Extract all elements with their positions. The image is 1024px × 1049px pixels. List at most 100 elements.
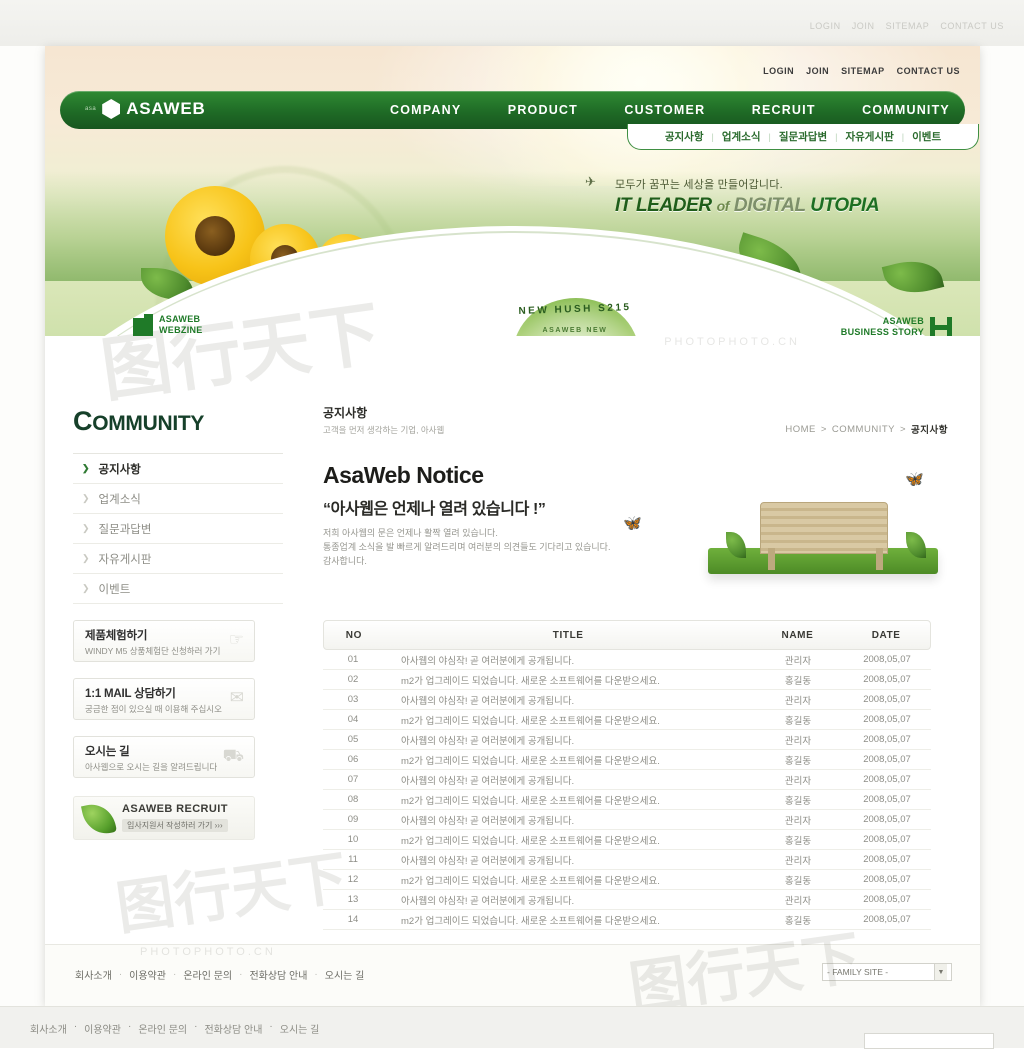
promo-product-trial[interactable]: 제품체험하기 WINDY M5 상품체험단 신청하러 가기 ☞	[73, 620, 255, 662]
outer-link-sitemap[interactable]: SITEMAP	[886, 21, 930, 31]
outer-footer-directions[interactable]: 오시는 길	[280, 1021, 320, 1036]
row-title-link[interactable]: 아사웹의 야심작! 곧 여러분에게 공개됩니다.	[383, 733, 753, 747]
row-title-link[interactable]: 아사웹의 야심작! 곧 여러분에게 공개됩니다.	[383, 853, 753, 867]
row-title-link[interactable]: m2가 업그레이드 되었습니다. 새로운 소프트웨어를 다운받으세요.	[383, 673, 753, 687]
table-row[interactable]: 14 m2가 업그레이드 되었습니다. 새로운 소프트웨어를 다운받으세요. 홍길동…	[323, 910, 931, 930]
sidebar-item-label: 자유게시판	[98, 553, 152, 566]
footer-link-terms[interactable]: 이용약관	[129, 967, 166, 982]
table-row[interactable]: 12 m2가 업그레이드 되었습니다. 새로운 소프트웨어를 다운받으세요. 홍길동…	[323, 870, 931, 890]
page-subtitle: 고객을 먼저 생각하는 기업, 아사웹	[323, 425, 445, 435]
sidebar-title: COMMUNITY	[73, 406, 283, 437]
row-title-link[interactable]: 아사웹의 야심작! 곧 여러분에게 공개됩니다.	[383, 693, 753, 707]
row-title-link[interactable]: m2가 업그레이드 되었습니다. 새로운 소프트웨어를 다운받으세요.	[383, 873, 753, 887]
outer-link-login[interactable]: LOGIN	[810, 21, 841, 31]
family-site-select[interactable]: - FAMILY SITE - ▼	[822, 963, 952, 981]
business-story-badge[interactable]: ASAWEB BUSINESS STORY	[841, 316, 952, 336]
footer-link-phone-consult[interactable]: 전화상담 안내	[249, 967, 307, 982]
footer-link-online-inquiry[interactable]: 온라인 문의	[183, 967, 232, 982]
row-number: 01	[347, 654, 359, 665]
promo-directions[interactable]: 오시는 길 아사웹으로 오시는 길을 알려드립니다 ⛟	[73, 736, 255, 778]
page-root: LOGIN JOIN SITEMAP CONTACT US ✈ 모두가 꿈꾸는 …	[0, 0, 1024, 1049]
row-title-link[interactable]: 아사웹의 야심작! 곧 여러분에게 공개됩니다.	[383, 893, 753, 907]
row-number: 10	[347, 834, 359, 845]
table-row[interactable]: 09 아사웹의 야심작! 곧 여러분에게 공개됩니다. 관리자 2008,05,07	[323, 810, 931, 830]
row-number: 13	[347, 894, 359, 905]
row-number: 11	[348, 854, 358, 865]
product-big-text: PRODUCT	[485, 334, 665, 336]
subnav-notice[interactable]: 공지사항	[665, 129, 704, 144]
nav-product[interactable]: PRODUCT	[508, 103, 578, 117]
subnav-event[interactable]: 이벤트	[912, 129, 941, 144]
table-body: 01 아사웹의 야심작! 곧 여러분에게 공개됩니다. 관리자 2008,05,07 0…	[323, 650, 931, 930]
nav-recruit[interactable]: RECRUIT	[752, 103, 816, 117]
chevron-right-icon: ❯	[82, 493, 90, 503]
chevron-right-icon: ❯	[82, 463, 90, 473]
building-icon	[133, 314, 153, 336]
row-title-link[interactable]: m2가 업그레이드 되었습니다. 새로운 소프트웨어를 다운받으세요.	[383, 913, 753, 927]
sidebar-item-industry-news[interactable]: ❯ 업계소식	[73, 484, 283, 514]
sidebar-item-free-board[interactable]: ❯ 자유게시판	[73, 544, 283, 574]
table-row[interactable]: 13 아사웹의 야심작! 곧 여러분에게 공개됩니다. 관리자 2008,05,07	[323, 890, 931, 910]
recruit-cta: 입사지원서 작성하러 가기 ›››	[122, 819, 228, 832]
nav-company[interactable]: COMPANY	[390, 103, 461, 117]
link-join[interactable]: JOIN	[806, 66, 829, 76]
row-author: 홍길동	[784, 755, 812, 767]
subnav-sep-4: |	[901, 131, 905, 142]
table-row[interactable]: 03 아사웹의 야심작! 곧 여러분에게 공개됩니다. 관리자 2008,05,07	[323, 690, 931, 710]
subnav-sep-1: |	[711, 131, 714, 142]
table-row[interactable]: 05 아사웹의 야심작! 곧 여러분에게 공개됩니다. 관리자 2008,05,07	[323, 730, 931, 750]
new-product-badge[interactable]: NEW HUSH S215 ASAWEB NEW PRODUCT	[485, 298, 665, 336]
footer-link-directions[interactable]: 오시는 길	[325, 967, 365, 982]
webzine-badge[interactable]: ASAWEB WEBZINE	[133, 314, 203, 336]
row-title-link[interactable]: 아사웹의 야심작! 곧 여러분에게 공개됩니다.	[383, 653, 753, 667]
nav-customer[interactable]: CUSTOMER	[624, 103, 705, 117]
table-row[interactable]: 04 m2가 업그레이드 되었습니다. 새로운 소프트웨어를 다운받으세요. 홍길동…	[323, 710, 931, 730]
promo-mail-consult[interactable]: 1:1 MAIL 상담하기 궁금한 점이 있으실 때 이용해 주십시오 ✉	[73, 678, 255, 720]
outer-footer-phone[interactable]: 전화상담 안내	[204, 1021, 262, 1036]
outer-footer-inquiry[interactable]: 온라인 문의	[138, 1021, 187, 1036]
sidebar-item-notice[interactable]: ❯ 공지사항	[73, 454, 283, 484]
site-logo[interactable]: asa ASAWEB	[85, 99, 206, 119]
outer-family-site-select[interactable]	[864, 1033, 994, 1049]
row-author: 관리자	[784, 655, 812, 667]
outer-footer-terms[interactable]: 이용약관	[84, 1021, 121, 1036]
row-title-link[interactable]: m2가 업그레이드 되었습니다. 새로운 소프트웨어를 다운받으세요.	[383, 793, 753, 807]
sidebar-item-qna[interactable]: ❯ 질문과답변	[73, 514, 283, 544]
table-row[interactable]: 07 아사웹의 야심작! 곧 여러분에게 공개됩니다. 관리자 2008,05,07	[323, 770, 931, 790]
subnav-qna[interactable]: 질문과답변	[779, 129, 827, 144]
outer-footer-about[interactable]: 회사소개	[30, 1021, 67, 1036]
nav-community[interactable]: COMMUNITY	[862, 103, 950, 117]
link-contactus[interactable]: CONTACT US	[897, 66, 960, 76]
link-login[interactable]: LOGIN	[763, 66, 794, 76]
outer-link-contactus[interactable]: CONTACT US	[940, 21, 1004, 31]
table-row[interactable]: 11 아사웹의 야심작! 곧 여러분에게 공개됩니다. 관리자 2008,05,07	[323, 850, 931, 870]
row-title-link[interactable]: m2가 업그레이드 되었습니다. 새로운 소프트웨어를 다운받으세요.	[383, 753, 753, 767]
table-row[interactable]: 06 m2가 업그레이드 되었습니다. 새로운 소프트웨어를 다운받으세요. 홍길동…	[323, 750, 931, 770]
footer-link-about[interactable]: 회사소개	[75, 967, 112, 982]
promo-title: 1:1 MAIL 상담하기	[85, 688, 176, 700]
row-author: 관리자	[784, 775, 812, 787]
footer-dot-4: ·	[314, 969, 318, 980]
subnav-free-board[interactable]: 자유게시판	[845, 129, 893, 144]
table-row[interactable]: 02 m2가 업그레이드 되었습니다. 새로운 소프트웨어를 다운받으세요. 홍길동…	[323, 670, 931, 690]
breadcrumb-home[interactable]: HOME	[785, 424, 816, 435]
row-title-link[interactable]: m2가 업그레이드 되었습니다. 새로운 소프트웨어를 다운받으세요.	[383, 713, 753, 727]
table-row[interactable]: 01 아사웹의 야심작! 곧 여러분에게 공개됩니다. 관리자 2008,05,07	[323, 650, 931, 670]
outer-top-links: LOGIN JOIN SITEMAP CONTACT US	[810, 21, 1004, 31]
subnav-industry-news[interactable]: 업계소식	[722, 129, 761, 144]
business-line-1: ASAWEB	[882, 316, 924, 326]
breadcrumb-community[interactable]: COMMUNITY	[832, 424, 895, 435]
sidebar-item-event[interactable]: ❯ 이벤트	[73, 574, 283, 604]
row-title-link[interactable]: 아사웹의 야심작! 곧 여러분에게 공개됩니다.	[383, 773, 753, 787]
chevron-right-icon: ❯	[82, 583, 90, 593]
outer-top-bar: LOGIN JOIN SITEMAP CONTACT US	[0, 0, 1024, 46]
row-title-link[interactable]: m2가 업그레이드 되었습니다. 새로운 소프트웨어를 다운받으세요.	[383, 833, 753, 847]
recruit-banner[interactable]: ASAWEB RECRUIT 입사지원서 작성하러 가기 ›››	[73, 796, 255, 840]
link-sitemap[interactable]: SITEMAP	[841, 66, 885, 76]
row-title-link[interactable]: 아사웹의 야심작! 곧 여러분에게 공개됩니다.	[383, 813, 753, 827]
table-row[interactable]: 08 m2가 업그레이드 되었습니다. 새로운 소프트웨어를 다운받으세요. 홍길동…	[323, 790, 931, 810]
outer-link-join[interactable]: JOIN	[852, 21, 875, 31]
footer-links: 회사소개 · 이용약관 · 온라인 문의 · 전화상담 안내 · 오시는 길	[75, 967, 364, 982]
table-row[interactable]: 10 m2가 업그레이드 되었습니다. 새로운 소프트웨어를 다운받으세요. 홍길동…	[323, 830, 931, 850]
bench-seat	[760, 502, 888, 554]
